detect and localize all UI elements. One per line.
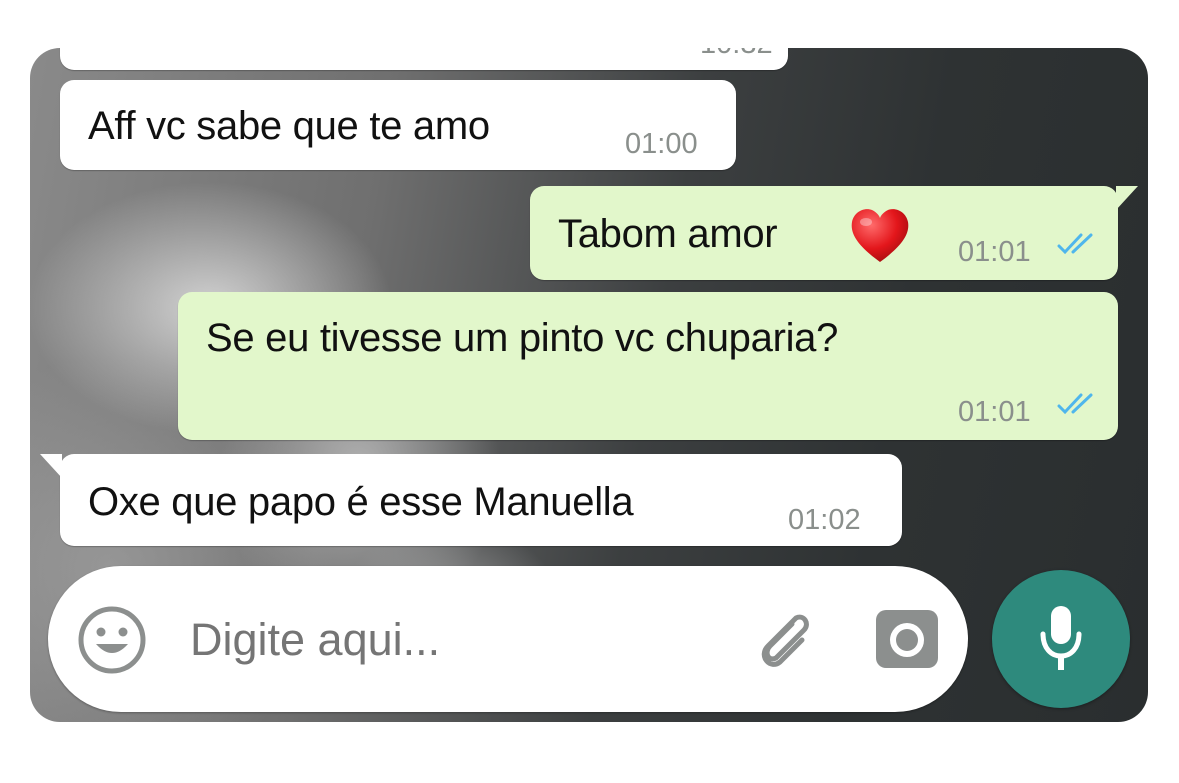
message-time: 01:01 bbox=[958, 236, 1031, 268]
message-bubble-outgoing: Se eu tivesse um pinto vc chuparia? 01:0… bbox=[178, 292, 1118, 440]
message-time: 01:00 bbox=[625, 128, 698, 160]
message-time: 01:01 bbox=[958, 396, 1031, 428]
double-check-icon bbox=[1057, 233, 1093, 255]
message-time: 10:32 bbox=[700, 48, 773, 61]
message-text: Tabom amor bbox=[558, 212, 778, 256]
message-time: 01:02 bbox=[788, 504, 861, 536]
message-text: Oxe que papo é esse Manuella bbox=[88, 480, 634, 524]
microphone-button[interactable] bbox=[992, 570, 1130, 708]
message-input[interactable] bbox=[188, 602, 732, 678]
bubble-tail bbox=[40, 454, 62, 478]
partial-message-bubble: 10:32 bbox=[60, 48, 788, 70]
message-composer[interactable] bbox=[48, 566, 968, 712]
paperclip-icon[interactable] bbox=[748, 606, 818, 676]
smiley-icon[interactable] bbox=[76, 604, 148, 676]
double-check-icon bbox=[1057, 393, 1093, 415]
message-bubble-incoming: Oxe que papo é esse Manuella 01:02 bbox=[40, 454, 902, 546]
bubble-tail bbox=[1116, 186, 1138, 210]
message-text: Se eu tivesse um pinto vc chuparia? bbox=[206, 316, 839, 360]
chat-screen: 10:32 Aff vc sabe que te amo 01:00 Tabom… bbox=[30, 48, 1148, 722]
heart-emoji-icon bbox=[851, 209, 909, 262]
microphone-icon bbox=[1040, 606, 1082, 670]
message-bubble-incoming: Aff vc sabe que te amo 01:00 bbox=[60, 80, 736, 170]
message-text: Aff vc sabe que te amo bbox=[88, 104, 490, 148]
message-bubble-outgoing: Tabom amor 01:01 bbox=[530, 186, 1138, 280]
camera-icon[interactable] bbox=[874, 608, 940, 670]
